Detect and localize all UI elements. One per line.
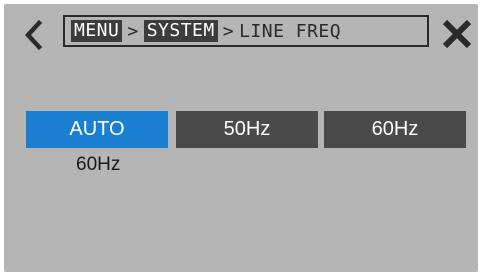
breadcrumb-separator: > (127, 20, 139, 42)
breadcrumb-system[interactable]: SYSTEM (143, 20, 218, 42)
current-frequency-value: 60Hz (76, 154, 121, 175)
option-auto-button[interactable]: AUTO (26, 111, 168, 148)
x-icon (442, 19, 472, 49)
chevron-left-icon (24, 19, 43, 51)
breadcrumb-current: LINE FREQ (239, 20, 342, 42)
option-50hz-button[interactable]: 50Hz (176, 111, 318, 148)
breadcrumb: MENU > SYSTEM > LINE FREQ (63, 15, 429, 47)
back-button[interactable] (18, 18, 52, 52)
close-button[interactable] (440, 17, 474, 51)
breadcrumb-menu[interactable]: MENU (71, 20, 123, 42)
breadcrumb-separator: > (222, 20, 235, 42)
option-60hz-button[interactable]: 60Hz (324, 111, 466, 148)
screen-panel: MENU > SYSTEM > LINE FREQ AUTO 50Hz 60Hz… (4, 4, 478, 272)
